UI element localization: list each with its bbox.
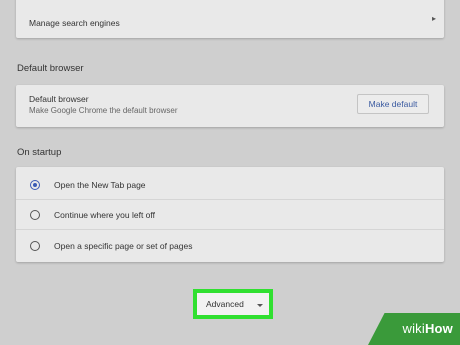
advanced-label: Advanced: [206, 299, 244, 309]
on-startup-card: Open the New Tab page Continue where you…: [16, 167, 444, 262]
startup-option-label: Continue where you left off: [54, 210, 155, 220]
radio-unselected-icon[interactable]: [30, 241, 40, 251]
search-engines-card: Manage search engines ▸: [16, 0, 444, 38]
divider: [16, 199, 444, 200]
manage-search-engines-label: Manage search engines: [29, 18, 120, 28]
manage-search-engines-row[interactable]: Manage search engines ▸: [16, 0, 444, 38]
default-browser-card: Default browser Make Google Chrome the d…: [16, 85, 444, 127]
startup-option-new-tab[interactable]: Open the New Tab page: [30, 177, 146, 193]
advanced-highlight-box: Advanced: [193, 289, 273, 319]
on-startup-section-title: On startup: [17, 147, 62, 158]
wikihow-logo-part1: wiki: [402, 321, 425, 336]
startup-option-continue[interactable]: Continue where you left off: [30, 207, 155, 223]
caret-down-icon: [257, 304, 263, 307]
default-browser-row-subtitle: Make Google Chrome the default browser: [29, 106, 178, 115]
wikihow-logo-text: wikiHow: [402, 321, 453, 336]
radio-selected-icon[interactable]: [30, 180, 40, 190]
wikihow-logo-part2: How: [424, 321, 453, 336]
startup-option-label: Open the New Tab page: [54, 180, 146, 190]
default-browser-row-title: Default browser: [29, 94, 89, 104]
advanced-button[interactable]: Advanced: [201, 297, 265, 311]
make-default-button[interactable]: Make default: [357, 94, 429, 114]
chevron-right-icon: ▸: [431, 14, 436, 23]
startup-option-label: Open a specific page or set of pages: [54, 241, 193, 251]
startup-option-specific-pages[interactable]: Open a specific page or set of pages: [30, 238, 192, 254]
divider: [16, 229, 444, 230]
default-browser-section-title: Default browser: [17, 63, 84, 74]
radio-unselected-icon[interactable]: [30, 210, 40, 220]
